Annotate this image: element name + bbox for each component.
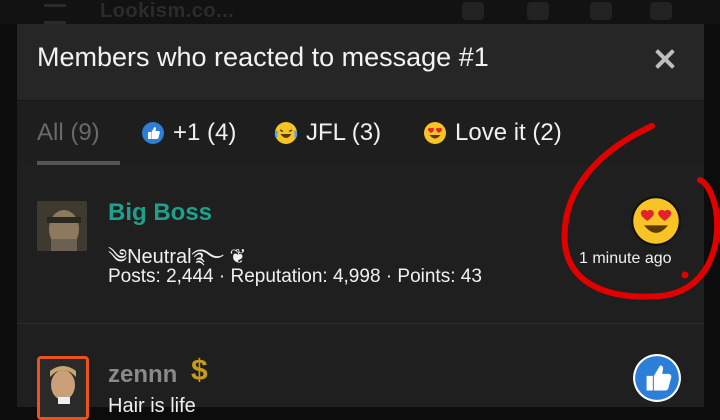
sparkle-heart-icon: ❦ (229, 246, 247, 268)
member-stats: Posts: 2,444 · Reputation: 4,998 · Point… (108, 266, 482, 287)
member-name[interactable]: zennn (108, 361, 177, 389)
site-logo: Lookism.co... (100, 0, 235, 22)
background-header: Lookism.co... (0, 0, 720, 24)
dialog-header: Members who reacted to message #1 (17, 24, 704, 100)
avatar[interactable] (37, 201, 87, 251)
thumbs-up-icon (142, 122, 164, 144)
dialog-title: Members who reacted to message #1 (37, 42, 489, 72)
heart-eyes-icon (631, 196, 681, 246)
close-button[interactable] (650, 44, 680, 74)
dollar-badge-icon: $ (191, 354, 208, 387)
menu-icon (44, 4, 66, 24)
alert-icon (462, 2, 484, 20)
tab-all[interactable]: All (9) (37, 101, 120, 165)
inbox-icon (527, 2, 549, 20)
reaction-tabs: All (9) +1 (4) JFL (3) Love it (2) (17, 100, 704, 165)
tab-label: JFL (3) (306, 119, 382, 146)
bell-icon (590, 2, 612, 20)
search-icon (650, 2, 672, 20)
swirl-icon: ࿐ (191, 246, 224, 268)
heart-eyes-icon (424, 122, 446, 144)
swirl-icon: ༄ (108, 246, 128, 268)
tab-love-it[interactable]: Love it (2) (423, 101, 562, 165)
avatar[interactable] (37, 356, 89, 420)
tab-jfl[interactable]: JFL (3) (274, 101, 381, 165)
members-list: Big Boss ༄Neutral࿐ ❦ Posts: 2,444 · Repu… (17, 165, 704, 420)
thumbs-up-icon (633, 354, 681, 402)
tab-label: Love it (2) (455, 119, 562, 146)
list-item: zennn $ Hair is life (17, 324, 704, 420)
member-name[interactable]: Big Boss (108, 199, 212, 227)
tab-label: All (9) (37, 119, 100, 146)
tab-plus-one[interactable]: +1 (4) (141, 101, 236, 165)
tab-label: +1 (4) (173, 119, 237, 146)
list-item: Big Boss ༄Neutral࿐ ❦ Posts: 2,444 · Repu… (17, 165, 704, 324)
reaction-time: 1 minute ago (579, 250, 672, 267)
reactions-dialog: Members who reacted to message #1 All (9… (17, 24, 704, 420)
laughing-crying-icon (274, 122, 298, 144)
